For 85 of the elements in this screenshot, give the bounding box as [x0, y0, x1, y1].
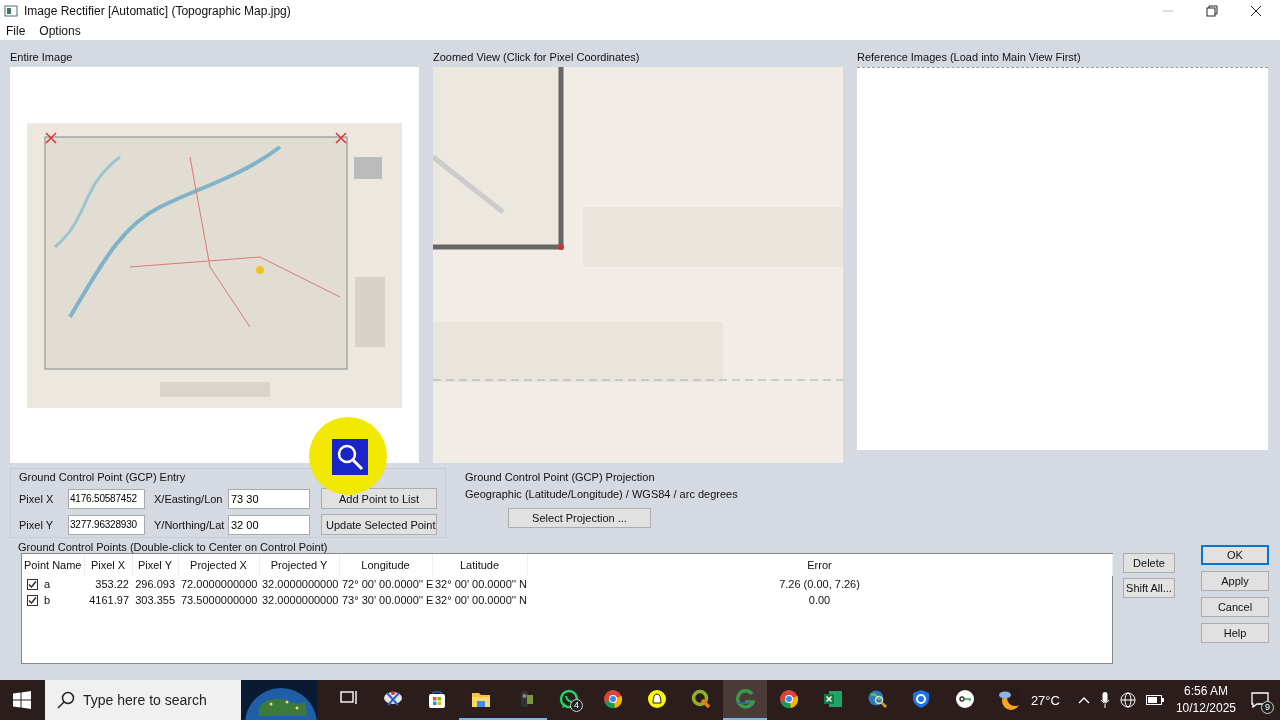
field-label: Y/Northing/Lat: [154, 518, 226, 531]
table-cell: 32° 00' 00.0000'' N: [435, 578, 528, 590]
browser-icon: [779, 689, 799, 709]
button[interactable]: Apply: [1201, 571, 1269, 591]
menu-item[interactable]: Options: [39, 24, 81, 38]
field-label: X/Easting/Lon: [154, 492, 224, 505]
column-header[interactable]: Point Name: [22, 554, 84, 576]
table-cell: 32.0000000000: [262, 578, 339, 590]
table-cell: 296.093: [135, 578, 175, 590]
chat-icon: [559, 689, 579, 709]
table-cell: 32° 00' 00.0000'' N: [435, 594, 528, 606]
table-cell: 303.355: [135, 594, 175, 606]
swirl-icon: [735, 689, 755, 709]
key-icon: [955, 689, 975, 709]
app-icon: [4, 4, 18, 18]
browser-icon: [603, 689, 623, 709]
table-cell: b: [44, 593, 51, 606]
notification-center-icon[interactable]: 9: [1246, 686, 1274, 714]
panel-label: Reference Images (Load into Main View First): [857, 50, 1082, 65]
column-header[interactable]: Longitude: [339, 554, 432, 576]
table-cell: 32.0000000000: [262, 594, 339, 606]
table-cell: 0.00: [808, 594, 831, 606]
select-projection-button[interactable]: Select Projection ...: [508, 508, 651, 528]
q-icon: [691, 689, 711, 709]
clock[interactable]: 6:56 AM 10/12/2025: [1175, 683, 1236, 717]
table-cell: 72.0000000000: [181, 578, 258, 590]
table-cell: 72° 00' 00.0000'' E: [342, 578, 434, 590]
notification-count: 9: [1261, 701, 1274, 714]
table-cell: 4161.97: [89, 594, 129, 606]
column-header[interactable]: Pixel Y: [132, 554, 178, 576]
store-icon: [427, 689, 447, 709]
input-field[interactable]: 3277.96328930: [68, 514, 145, 535]
input-field[interactable]: 32 00: [228, 514, 310, 535]
panel-label: Entire Image: [10, 50, 74, 65]
button[interactable]: OK: [1201, 545, 1269, 565]
field-label: Pixel X: [19, 492, 55, 505]
column-header[interactable]: Pixel X: [84, 554, 132, 576]
battery-icon[interactable]: [1145, 695, 1164, 705]
network-globe-icon[interactable]: [1119, 692, 1136, 708]
notification-count: 4: [570, 699, 583, 712]
table-cell: 7.26 (0.00, 7.26): [779, 578, 860, 590]
input-field[interactable]: 4176.50587452: [68, 488, 145, 509]
table-cell: 73.5000000000: [181, 594, 258, 606]
date-text: 10/12/2025: [1175, 700, 1236, 717]
panel-label: Zoomed View (Click for Pixel Coordinates): [433, 50, 641, 65]
input-field[interactable]: 73 30: [228, 488, 310, 509]
globe-search-icon: [867, 689, 887, 709]
microphone-icon[interactable]: [1099, 692, 1110, 708]
button[interactable]: Delete: [1123, 553, 1175, 573]
spreadsheet-icon: [823, 689, 843, 709]
chevron-up-icon[interactable]: [1077, 696, 1090, 704]
table-cell: a: [44, 577, 51, 590]
checkbox[interactable]: [27, 595, 38, 607]
button[interactable]: Shift All...: [1123, 578, 1175, 598]
weather-icon: [996, 689, 1021, 711]
button[interactable]: Help: [1201, 623, 1269, 643]
close-icon[interactable]: [1250, 5, 1262, 17]
message-icon: [1251, 692, 1269, 708]
group-title: Ground Control Points (Double-click to Center on Control Point): [18, 542, 329, 553]
search-icon: [57, 691, 75, 709]
table-cell: 73° 30' 00.0000'' E: [342, 594, 434, 606]
column-header[interactable]: Projected X: [178, 554, 259, 576]
ghost-icon: [647, 689, 667, 709]
button[interactable]: Update Selected Point: [321, 514, 437, 535]
field-label: Pixel Y: [19, 518, 55, 531]
shield-icon: [911, 689, 931, 709]
checkbox[interactable]: [27, 579, 38, 591]
search-field[interactable]: Type here to search: [45, 680, 241, 720]
table-cell: 353.22: [95, 578, 129, 590]
column-header[interactable]: Latitude: [432, 554, 527, 576]
start-icon[interactable]: [13, 691, 31, 709]
group-title: Ground Control Point (GCP) Entry: [19, 471, 187, 484]
taskbar-app[interactable]: 4: [547, 680, 591, 720]
column-header[interactable]: Error: [527, 554, 1112, 576]
temperature-text: 27°C: [1030, 692, 1060, 708]
window-title: Image Rectifier [Automatic] (Topographic Map.jpg): [24, 4, 291, 18]
group-title: Ground Control Point (GCP) Projection: [465, 471, 656, 484]
projection-text: Geographic (Latitude/Longitude) / WGS84 / arc degrees: [465, 488, 739, 500]
button[interactable]: Cancel: [1201, 597, 1269, 617]
magnifier-cursor-icon: [309, 417, 387, 495]
menu-item[interactable]: File: [6, 24, 26, 38]
button[interactable]: Add Point to List: [321, 488, 437, 509]
column-header[interactable]: Projected Y: [259, 554, 339, 576]
restore-icon[interactable]: [1206, 5, 1218, 17]
time-text: 6:56 AM: [1183, 683, 1228, 700]
